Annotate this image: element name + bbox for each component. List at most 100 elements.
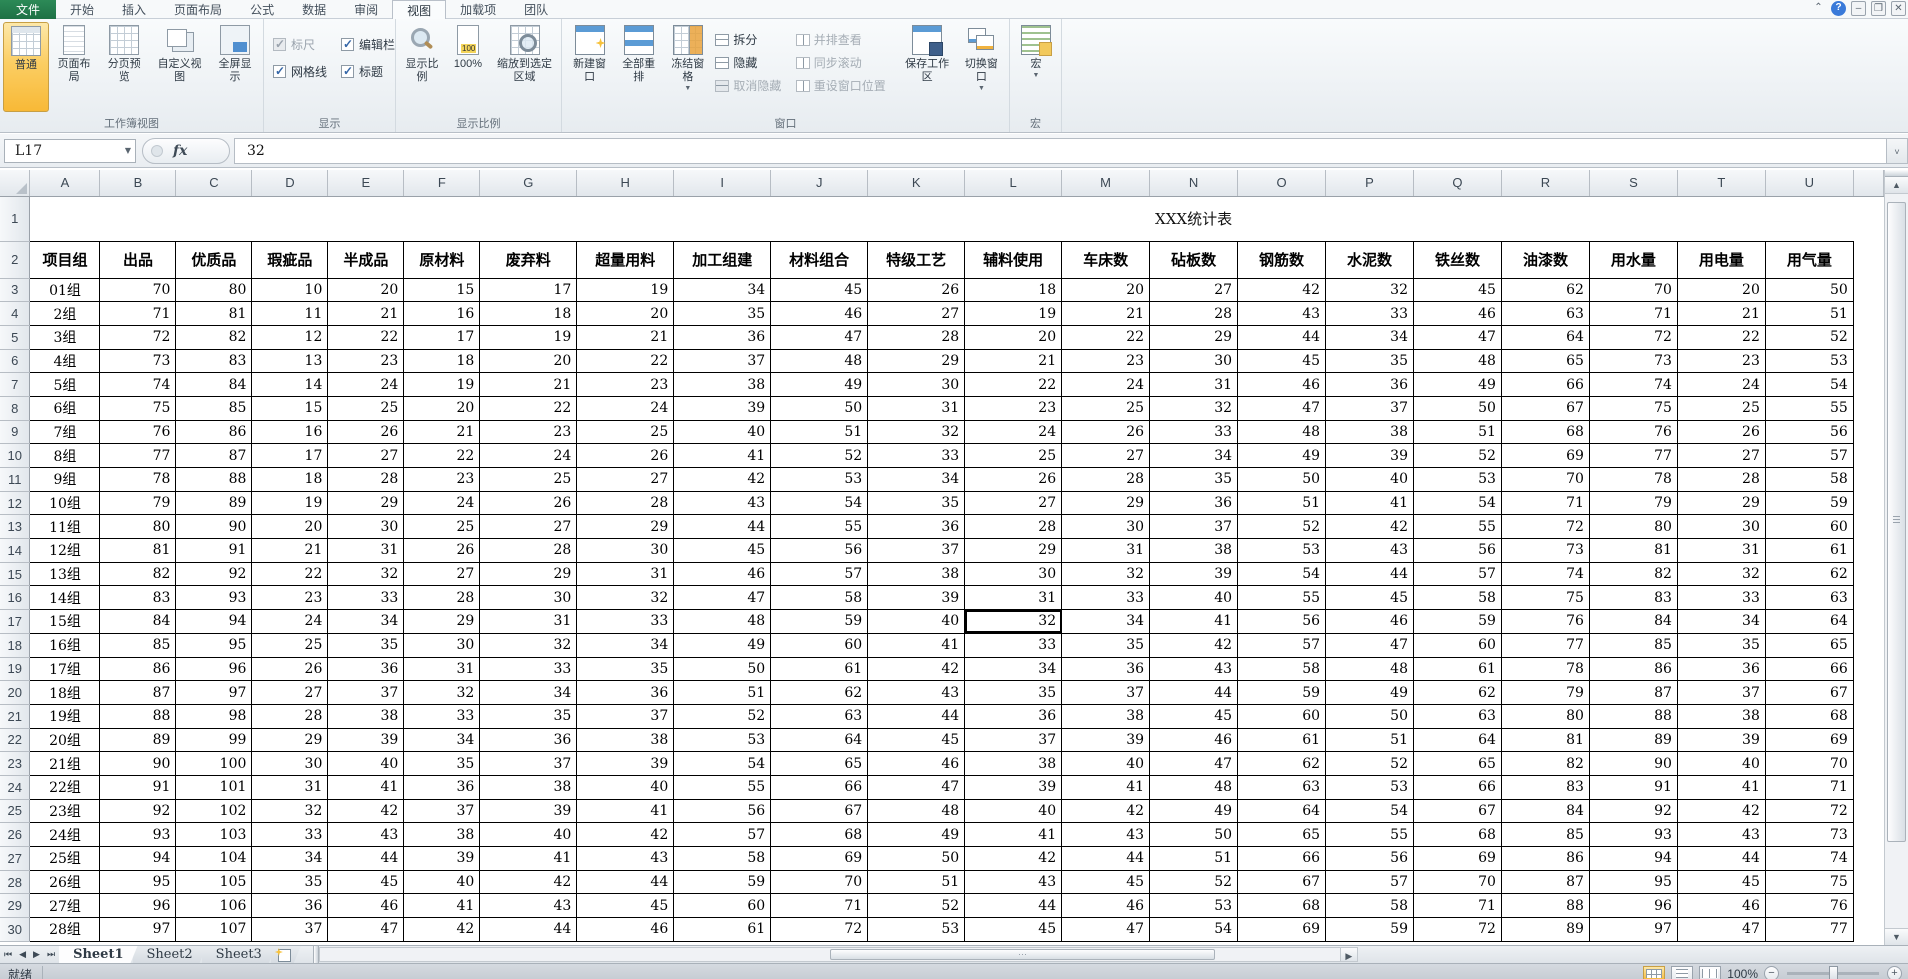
new-window-button[interactable]: 新建窗口 — [565, 22, 614, 112]
cell[interactable]: 65 — [1765, 633, 1853, 657]
cell[interactable]: 29 — [1677, 491, 1765, 515]
custom-views-button[interactable]: 自定义视图 — [149, 22, 210, 112]
cell[interactable]: 89 — [176, 491, 252, 515]
table-header-cell[interactable]: 优质品 — [176, 241, 252, 278]
cell[interactable]: 52 — [1150, 870, 1238, 894]
cell[interactable]: 71 — [1765, 775, 1853, 799]
cell[interactable]: 61 — [771, 657, 868, 681]
group-label-cell[interactable]: 20组 — [30, 728, 100, 752]
cell[interactable]: 45 — [1414, 278, 1502, 302]
cell[interactable]: 20 — [577, 302, 674, 326]
cell[interactable]: 67 — [1765, 681, 1853, 705]
cell[interactable]: 64 — [1765, 610, 1853, 634]
cell[interactable]: 91 — [176, 539, 252, 563]
group-label-cell[interactable]: 01组 — [30, 278, 100, 302]
insert-function-button[interactable]: fx — [142, 138, 230, 164]
cell[interactable]: 42 — [1062, 799, 1150, 823]
cell[interactable]: 36 — [1677, 657, 1765, 681]
column-header-A[interactable]: A — [30, 170, 100, 196]
cell[interactable]: 68 — [1238, 894, 1326, 918]
row-header-17[interactable]: 17 — [0, 610, 30, 634]
cell[interactable]: 49 — [1414, 373, 1502, 397]
cell[interactable] — [1589, 196, 1677, 241]
worksheet-grid[interactable]: ABCDEFGHIJKLMNOPQRSTU1XXX统计表2项目组出品优质品瑕疵品… — [0, 170, 1884, 945]
column-header-D[interactable]: D — [252, 170, 328, 196]
cell[interactable]: 27 — [1150, 278, 1238, 302]
row-header-27[interactable]: 27 — [0, 847, 30, 871]
cell[interactable]: 21 — [404, 420, 480, 444]
cell[interactable]: 96 — [100, 894, 176, 918]
cell[interactable]: 96 — [176, 657, 252, 681]
cell[interactable]: 35 — [480, 704, 577, 728]
group-label-cell[interactable]: 19组 — [30, 704, 100, 728]
cell[interactable]: 94 — [100, 847, 176, 871]
cell[interactable]: 35 — [328, 633, 404, 657]
cell[interactable]: 44 — [674, 515, 771, 539]
cell[interactable]: 21 — [1062, 302, 1150, 326]
cell[interactable]: 49 — [771, 373, 868, 397]
cell[interactable]: 54 — [1326, 799, 1414, 823]
cell[interactable]: 59 — [1414, 610, 1502, 634]
row-header-25[interactable]: 25 — [0, 799, 30, 823]
cell[interactable]: 22 — [965, 373, 1062, 397]
cell[interactable]: 71 — [771, 894, 868, 918]
cell[interactable]: 45 — [1238, 349, 1326, 373]
cell[interactable]: 44 — [868, 704, 965, 728]
cell[interactable]: 83 — [176, 349, 252, 373]
cell[interactable]: 43 — [1238, 302, 1326, 326]
row-header-16[interactable]: 16 — [0, 586, 30, 610]
cell[interactable]: 31 — [480, 610, 577, 634]
cell[interactable]: 45 — [674, 539, 771, 563]
cell[interactable]: 90 — [1589, 752, 1677, 776]
cell[interactable]: 58 — [674, 847, 771, 871]
cell[interactable]: 72 — [1765, 799, 1853, 823]
cell[interactable]: 36 — [965, 704, 1062, 728]
sheet-tab[interactable]: Sheet3 — [202, 946, 276, 963]
cell[interactable]: 35 — [1677, 633, 1765, 657]
table-header-cell[interactable]: 油漆数 — [1501, 241, 1589, 278]
cell[interactable]: 32 — [1326, 278, 1414, 302]
column-header-F[interactable]: F — [404, 170, 480, 196]
cell[interactable]: 12 — [252, 325, 328, 349]
cell[interactable]: 34 — [1326, 325, 1414, 349]
cell[interactable]: 64 — [1414, 728, 1502, 752]
cell[interactable]: 32 — [868, 420, 965, 444]
horizontal-scrollbar[interactable] — [319, 947, 1341, 962]
cell[interactable]: 66 — [1501, 373, 1589, 397]
table-header-cell[interactable]: 废弃料 — [480, 241, 577, 278]
cell[interactable]: 26 — [1677, 420, 1765, 444]
cell[interactable]: 44 — [1150, 681, 1238, 705]
cell[interactable]: 23 — [577, 373, 674, 397]
cell[interactable]: 56 — [1238, 610, 1326, 634]
cell[interactable]: 59 — [1326, 918, 1414, 942]
full-screen-button[interactable]: 全屏显示 — [210, 22, 260, 112]
cell[interactable] — [868, 196, 965, 241]
cell[interactable]: 43 — [577, 847, 674, 871]
cell[interactable]: 57 — [674, 823, 771, 847]
cell[interactable]: 76 — [1765, 894, 1853, 918]
cell[interactable]: 58 — [771, 586, 868, 610]
cell[interactable]: 26 — [868, 278, 965, 302]
column-header-T[interactable]: T — [1677, 170, 1765, 196]
cell[interactable]: 86 — [1501, 847, 1589, 871]
cell[interactable]: 96 — [1589, 894, 1677, 918]
group-label-cell[interactable]: 28组 — [30, 918, 100, 942]
cell[interactable]: 32 — [577, 586, 674, 610]
cell[interactable]: 52 — [1326, 752, 1414, 776]
cell[interactable]: 46 — [674, 562, 771, 586]
cell[interactable]: 65 — [771, 752, 868, 776]
cell[interactable]: 30 — [1062, 515, 1150, 539]
group-label-cell[interactable]: 12组 — [30, 539, 100, 563]
cell[interactable]: 33 — [868, 444, 965, 468]
cell[interactable]: 22 — [577, 349, 674, 373]
cell[interactable]: 41 — [868, 633, 965, 657]
cell[interactable]: 19 — [577, 278, 674, 302]
cell[interactable]: 28 — [577, 491, 674, 515]
cell[interactable]: 85 — [1501, 823, 1589, 847]
cell[interactable]: 31 — [577, 562, 674, 586]
cell[interactable]: 42 — [965, 847, 1062, 871]
cell[interactable]: 29 — [868, 349, 965, 373]
cell[interactable]: 43 — [1326, 539, 1414, 563]
cell[interactable]: 33 — [1150, 420, 1238, 444]
cell[interactable]: 72 — [100, 325, 176, 349]
